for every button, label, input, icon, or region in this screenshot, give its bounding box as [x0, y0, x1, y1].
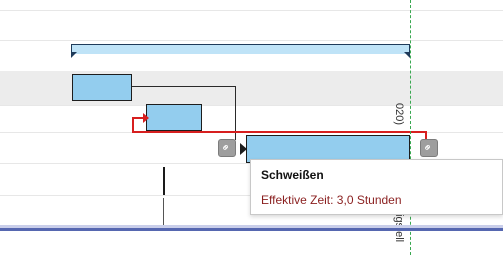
grid-row-line [0, 105, 503, 106]
tooltip-effective-time: Effektive Zeit: 3,0 Stunden [261, 193, 402, 207]
timeline-vertical-label-top: 020) [393, 103, 405, 126]
dependency-arrow [240, 143, 247, 155]
gantt-chart: ⚭ ⚭ 020) igstell Schweißen Effektive Zei… [0, 0, 503, 255]
today-marker-line [410, 0, 411, 255]
link-icon[interactable]: ⚭ [218, 139, 236, 157]
task-tooltip: Schweißen Effektive Zeit: 3,0 Stunden [250, 159, 503, 215]
grid-row-line [0, 10, 503, 11]
critical-path-line [132, 131, 427, 133]
tooltip-title: Schweißen [261, 168, 324, 182]
summary-start-cap [71, 52, 77, 58]
milestone-line [163, 167, 165, 195]
grid-row-line [0, 40, 503, 41]
critical-path-line [132, 118, 134, 132]
task-bar-2[interactable] [146, 104, 202, 131]
milestone-line [163, 198, 164, 226]
task-bar-1[interactable] [72, 74, 132, 101]
baseline [0, 228, 503, 231]
dependency-line [132, 86, 236, 87]
link-icon[interactable]: ⚭ [420, 139, 438, 157]
critical-path-arrow [143, 113, 149, 123]
summary-task-bar[interactable] [71, 44, 410, 54]
